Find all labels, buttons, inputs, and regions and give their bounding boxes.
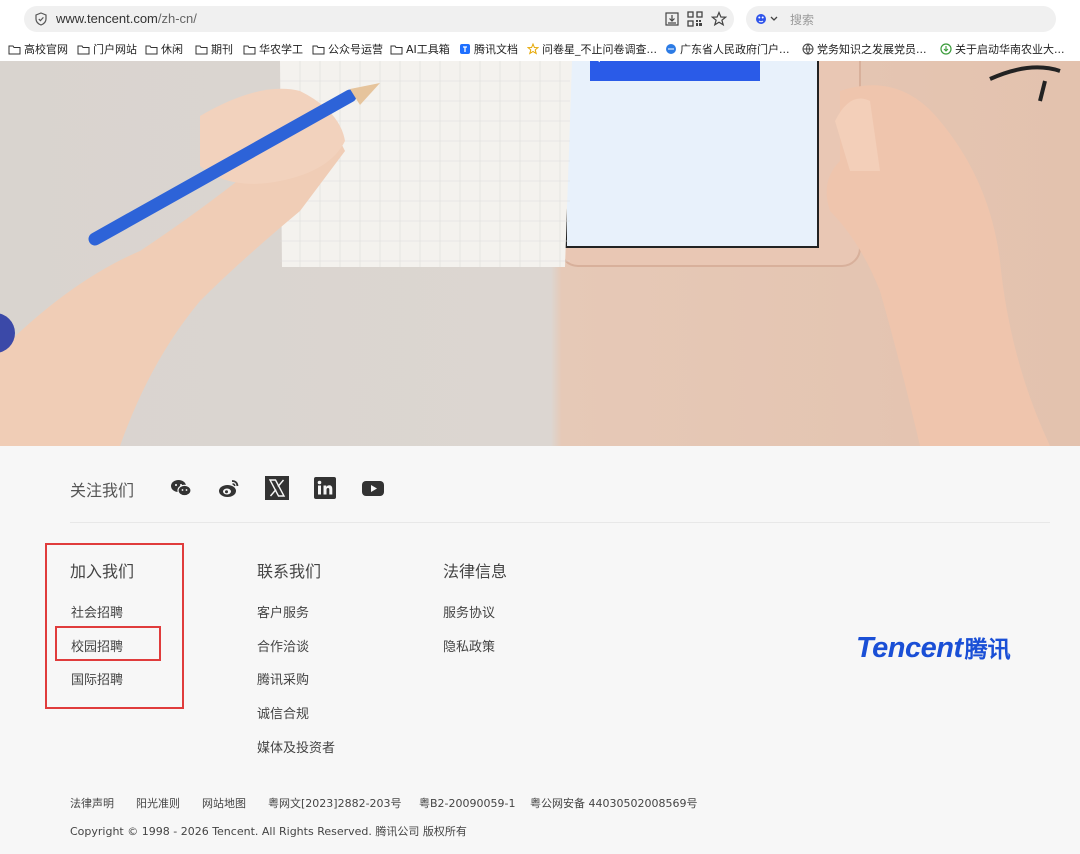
address-bar[interactable]: www.tencent.com/zh-cn/ — [24, 6, 734, 32]
bookmark-label: 腾讯文档 — [474, 43, 518, 56]
bookmark-item[interactable]: 门户网站 — [77, 41, 137, 57]
legal-info-title: 法律信息 — [443, 562, 508, 581]
folder-icon — [390, 44, 403, 55]
browser-chrome: www.tencent.com/zh-cn/ 搜索 高校官网 门户网站 休闲 期刊 华农… — [0, 0, 1080, 62]
folder-icon — [243, 44, 256, 55]
qr-code-icon[interactable] — [687, 11, 703, 27]
folder-icon — [145, 44, 158, 55]
folder-icon — [8, 44, 21, 55]
bookmark-label: 公众号运营 — [328, 43, 383, 56]
bookmark-item[interactable]: AI工具箱 — [390, 41, 450, 57]
follow-us-label: 关注我们 — [70, 481, 135, 500]
bookmark-item[interactable]: 关于启动华南农业大... — [940, 41, 1065, 57]
icp-b2-license[interactable]: 粤B2-20090059-1 — [419, 795, 515, 811]
bookmark-item[interactable]: 腾讯文档 — [459, 41, 518, 57]
bookmark-item[interactable]: 问卷星_不止问卷调查... — [527, 41, 657, 57]
contact-us-title: 联系我们 — [257, 562, 322, 581]
url-path: /zh-cn/ — [157, 11, 197, 26]
tencent-logo[interactable]: Tencent腾讯 — [856, 630, 1011, 665]
wechat-icon[interactable] — [169, 476, 193, 500]
star-icon — [527, 43, 539, 55]
bookmark-label: 关于启动华南农业大... — [955, 43, 1065, 56]
globe-icon — [802, 43, 814, 55]
shield-icon — [35, 12, 47, 26]
footer-divider — [70, 522, 1050, 523]
bookmark-label: 期刊 — [211, 43, 233, 56]
x-icon[interactable] — [265, 476, 289, 500]
bookmark-label: 高校官网 — [24, 43, 68, 56]
download-circle-icon — [940, 43, 952, 55]
legal-statement-link[interactable]: 法律声明 — [70, 795, 114, 811]
bookmark-label: 华农学工 — [259, 43, 303, 56]
bookmark-item[interactable]: 公众号运营 — [312, 41, 383, 57]
tencent-logo-cn: 腾讯 — [964, 637, 1011, 663]
bookmark-item[interactable]: 高校官网 — [8, 41, 68, 57]
folder-icon — [195, 44, 208, 55]
search-box[interactable]: 搜索 — [746, 6, 1056, 32]
campus-recruitment-highlight-box — [55, 626, 161, 661]
privacy-policy-link[interactable]: 隐私政策 — [443, 636, 495, 655]
star-icon[interactable] — [711, 11, 727, 27]
search-placeholder: 搜索 — [790, 13, 815, 27]
tencent-logo-text: Tencent — [856, 632, 963, 664]
copyright-text: Copyright © 1998 - 2026 Tencent. All Rig… — [70, 825, 467, 838]
download-icon[interactable] — [664, 11, 680, 27]
linkedin-icon[interactable] — [314, 477, 336, 499]
bookmark-item[interactable]: 党务知识之发展党员... — [802, 41, 927, 57]
media-investors-link[interactable]: 媒体及投资者 — [257, 737, 335, 756]
hero-image — [0, 61, 1080, 446]
folder-icon — [77, 44, 90, 55]
weibo-icon[interactable] — [217, 476, 241, 500]
service-agreement-link[interactable]: 服务协议 — [443, 602, 495, 621]
bookmarks-bar: 高校官网 门户网站 休闲 期刊 华农学工 公众号运营 AI工具箱 腾讯文档 问卷星_不止问卷调查… — [0, 38, 1080, 60]
baidu-engine-icon[interactable] — [754, 10, 780, 28]
bookmark-label: 门户网站 — [93, 43, 137, 56]
url-host: www.tencent.com — [56, 11, 158, 26]
bookmark-item[interactable]: 休闲 — [145, 41, 183, 57]
bookmark-label: 问卷星_不止问卷调查... — [542, 43, 657, 56]
folder-icon — [312, 44, 325, 55]
bookmark-item[interactable]: 期刊 — [195, 41, 233, 57]
tencent-docs-icon — [459, 43, 471, 55]
sunshine-code-link[interactable]: 阳光准则 — [136, 795, 180, 811]
sitemap-link[interactable]: 网站地图 — [202, 795, 246, 811]
bookmark-label: AI工具箱 — [406, 43, 450, 56]
gd-gov-icon — [665, 43, 677, 55]
site-footer: 关注我们 加入我们 社会招聘 校园招聘 国际招聘 联系我们 客户服务 合作洽谈 … — [0, 446, 1080, 854]
bookmark-item[interactable]: 广东省人民政府门户... — [665, 41, 790, 57]
cooperation-link[interactable]: 合作洽谈 — [257, 636, 309, 655]
integrity-compliance-link[interactable]: 诚信合规 — [257, 703, 309, 722]
bookmark-item[interactable]: 华农学工 — [243, 41, 303, 57]
procurement-link[interactable]: 腾讯采购 — [257, 669, 309, 688]
bookmark-label: 党务知识之发展党员... — [817, 43, 927, 56]
customer-service-link[interactable]: 客户服务 — [257, 602, 309, 621]
url-text[interactable]: www.tencent.com/zh-cn/ — [56, 11, 197, 26]
public-security-record[interactable]: 粤公网安备 44030502008569号 — [530, 795, 697, 811]
hero-illustration — [0, 61, 1061, 446]
bookmark-label: 休闲 — [161, 43, 183, 56]
icp-culture-license[interactable]: 粤网文[2023]2882-203号 — [268, 795, 402, 811]
bookmark-label: 广东省人民政府门户... — [680, 43, 790, 56]
youtube-icon[interactable] — [361, 476, 385, 500]
